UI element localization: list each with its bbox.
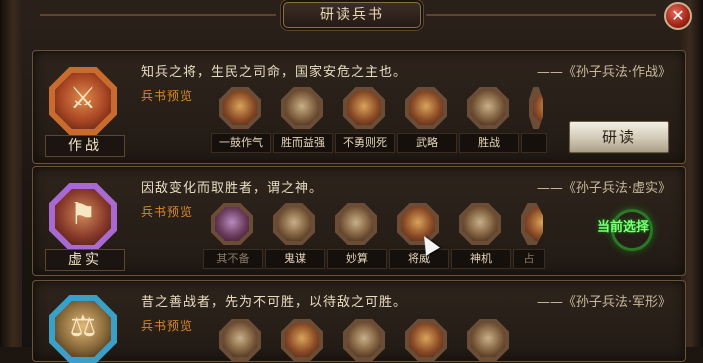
book-icon[interactable] bbox=[343, 319, 385, 361]
book-icon[interactable] bbox=[281, 87, 323, 129]
scroll-icon: ⚖ bbox=[69, 309, 97, 344]
title-rule-left bbox=[40, 14, 276, 16]
book-icon[interactable] bbox=[219, 319, 261, 361]
book-icon[interactable] bbox=[219, 87, 261, 129]
book-label bbox=[521, 133, 547, 153]
strategy-quote: 知兵之将，生民之司命，国家安危之主也。 bbox=[141, 65, 408, 80]
strategy-name: 虚实 bbox=[45, 249, 125, 271]
close-button[interactable]: ✕ bbox=[664, 2, 692, 30]
strategy-name: 作战 bbox=[45, 135, 125, 157]
strategy-emblem-junxing[interactable]: ⚖ bbox=[49, 295, 117, 363]
book-preview-label: 兵书预览 bbox=[141, 89, 194, 103]
book-icon[interactable] bbox=[467, 319, 509, 361]
book-preview-label: 兵书预览 bbox=[141, 319, 194, 333]
book-label: 鬼谋 bbox=[265, 249, 325, 269]
strategy-panel-zuozhan[interactable]: ⚔ 作战 知兵之将，生民之司命，国家安危之主也。 ——《孙子兵法·作战》 兵书预… bbox=[32, 50, 686, 164]
crossed-swords-icon: ⚔ bbox=[69, 81, 97, 116]
frame-left-border bbox=[0, 0, 22, 347]
title-rule-right bbox=[426, 14, 656, 16]
close-icon: ✕ bbox=[671, 6, 685, 25]
book-label: 将威 bbox=[389, 249, 449, 269]
book-icon[interactable] bbox=[467, 87, 509, 129]
book-label: 神机 bbox=[451, 249, 511, 269]
book-icon[interactable] bbox=[211, 203, 253, 245]
book-label: 其不备 bbox=[203, 249, 263, 269]
book-label: 占 bbox=[513, 249, 545, 269]
book-icon[interactable] bbox=[281, 319, 323, 361]
strategy-source: ——《孙子兵法·虚实》 bbox=[536, 181, 671, 196]
book-icon[interactable] bbox=[273, 203, 315, 245]
book-label: 胜战 bbox=[459, 133, 519, 153]
strategy-panel-junxing[interactable]: ⚖ 昔之善战者，先为不可胜，以待敌之可胜。 ——《孙子兵法·军形》 兵书预览 bbox=[32, 280, 686, 363]
book-preview-label: 兵书预览 bbox=[141, 205, 194, 219]
book-icon[interactable] bbox=[459, 203, 501, 245]
book-label: 胜而益强 bbox=[273, 133, 333, 153]
strategy-source: ——《孙子兵法·军形》 bbox=[536, 295, 671, 310]
book-icon[interactable] bbox=[529, 87, 543, 129]
book-icon[interactable] bbox=[343, 87, 385, 129]
book-icon[interactable] bbox=[521, 203, 543, 245]
book-label: 不勇则死 bbox=[335, 133, 395, 153]
strategy-source: ——《孙子兵法·作战》 bbox=[536, 65, 671, 80]
study-button[interactable]: 研读 bbox=[569, 121, 669, 153]
window-title: 研读兵书 bbox=[283, 2, 421, 28]
strategy-quote: 昔之善战者，先为不可胜，以待敌之可胜。 bbox=[141, 295, 408, 310]
book-icon[interactable] bbox=[405, 87, 447, 129]
book-icon[interactable] bbox=[405, 319, 447, 361]
book-label: 武略 bbox=[397, 133, 457, 153]
strategy-quote: 因敌变化而取胜者，谓之神。 bbox=[141, 181, 324, 196]
current-selection-badge: 当前选择 bbox=[596, 220, 649, 235]
book-label: 妙算 bbox=[327, 249, 387, 269]
strategy-emblem-xushi[interactable]: ⚑ bbox=[49, 183, 117, 251]
book-label: 一鼓作气 bbox=[211, 133, 271, 153]
strategy-emblem-zuozhan[interactable]: ⚔ bbox=[49, 67, 117, 135]
banner-icon: ⚑ bbox=[69, 197, 97, 232]
book-icon[interactable] bbox=[335, 203, 377, 245]
strategy-panel-xushi[interactable]: ⚑ 虚实 因敌变化而取胜者，谓之神。 ——《孙子兵法·虚实》 兵书预览 其不备 … bbox=[32, 166, 686, 276]
